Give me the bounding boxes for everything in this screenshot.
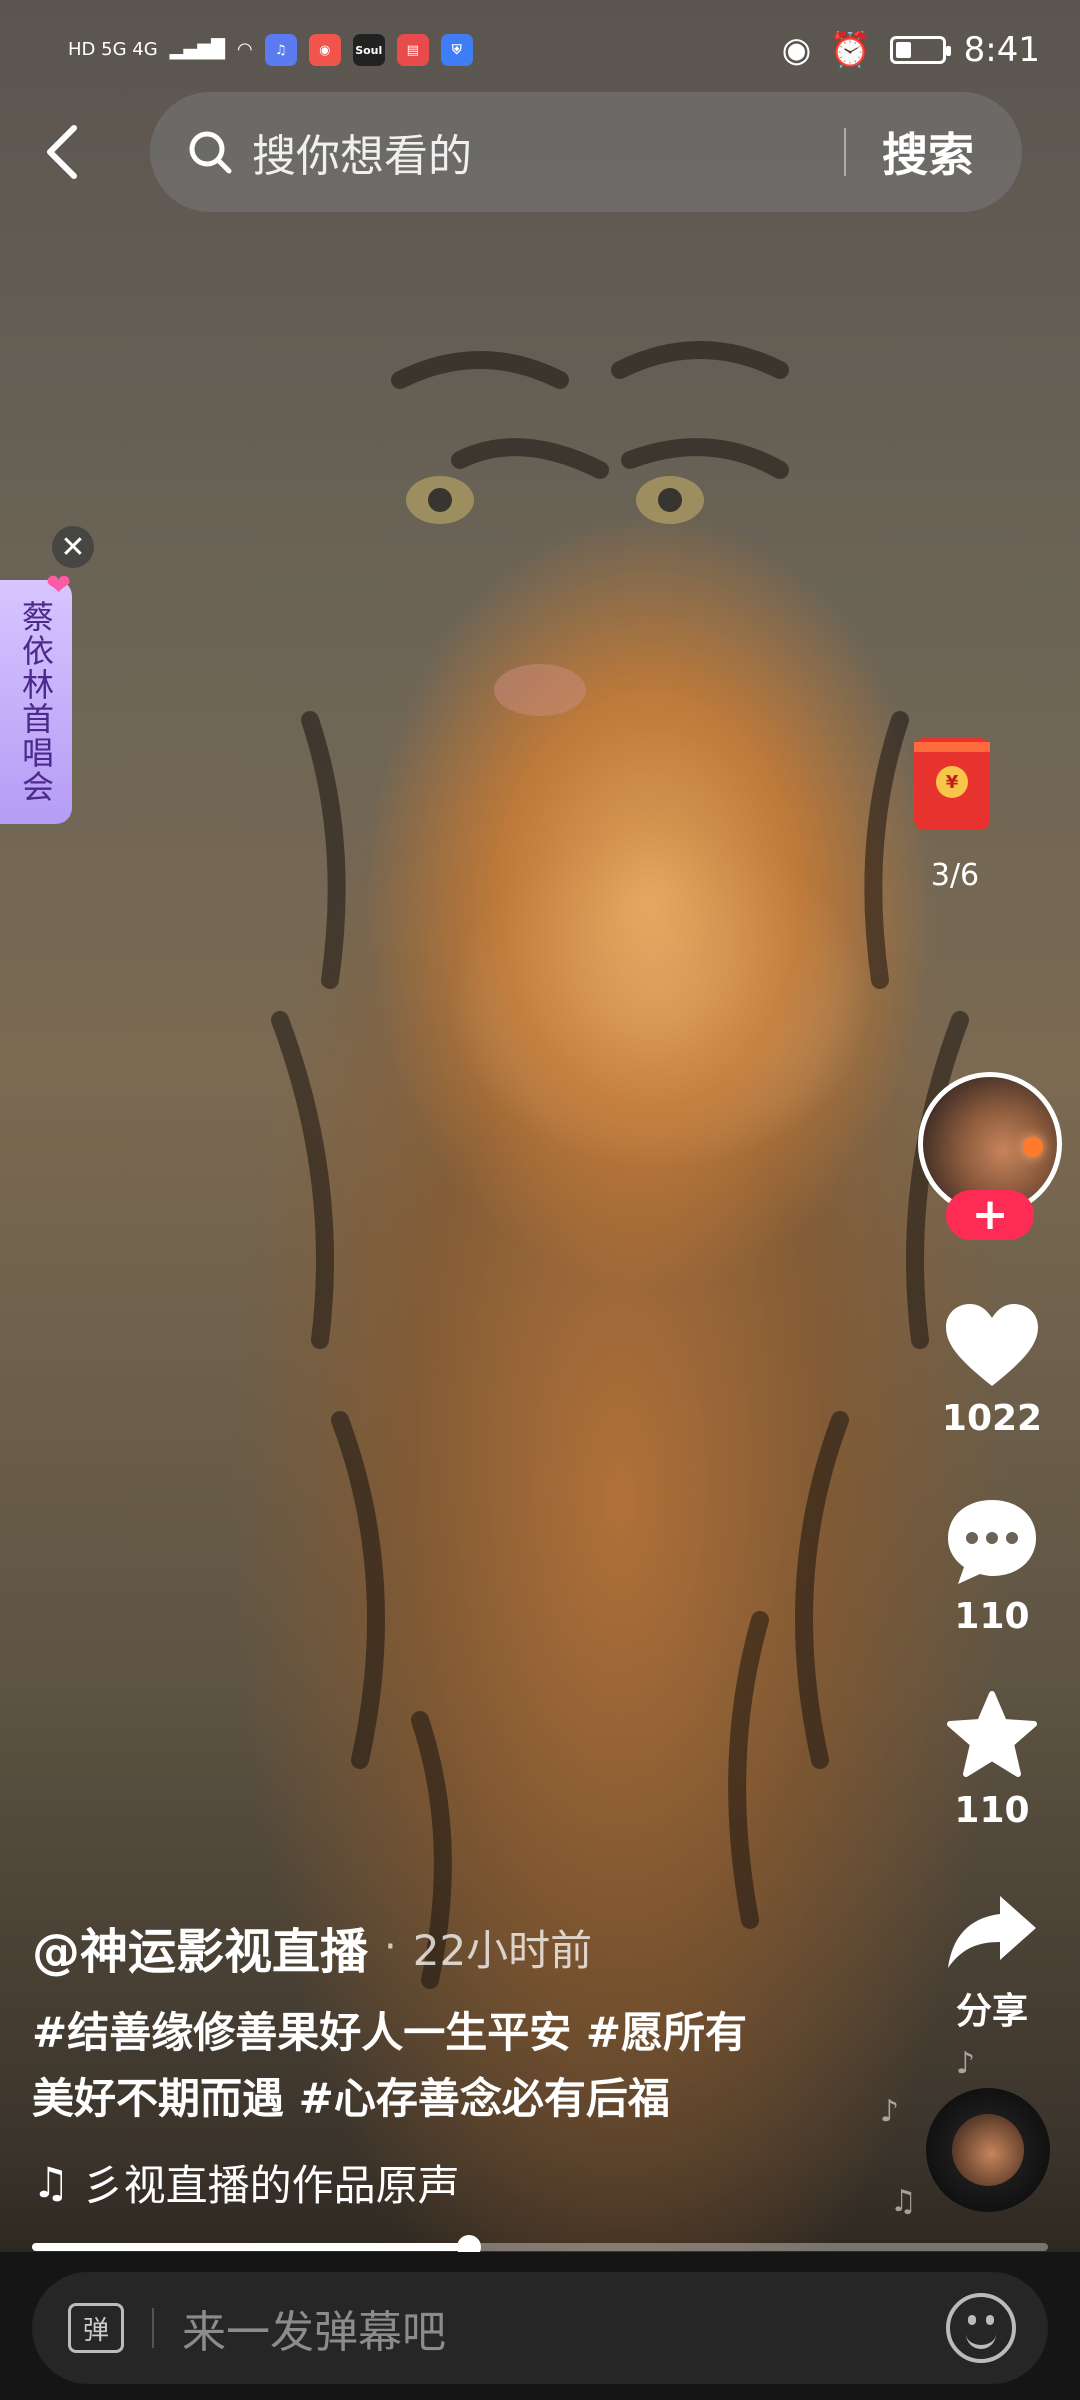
danmu-divider: [152, 2308, 154, 2348]
tag-close-button[interactable]: ✕: [52, 526, 94, 568]
music-row[interactable]: ♫ 彡视直播的作品原声: [32, 2152, 460, 2213]
red-packet-ribbon: [914, 742, 990, 752]
music-note-icon: ♫: [890, 2184, 917, 2219]
back-button[interactable]: [30, 112, 94, 192]
author-row: @神运影视直播 · 22小时前: [32, 1912, 592, 1982]
video-progress-bar[interactable]: [32, 2235, 1048, 2259]
top-bar: 搜你想看的 搜索: [0, 92, 1080, 212]
eye-icon: ◉: [781, 30, 812, 70]
video-screen[interactable]: HD 5G 4G ▂▄▆█ ◠ ♫ ◉ Soul ▤ ⛨ ◉ ⏰ 8:41 搜你…: [0, 0, 1080, 2400]
signal-icon: ▂▄▆█: [169, 39, 226, 60]
book-app-icon: ▤: [396, 34, 429, 66]
group-app-icon: ◉: [308, 34, 341, 66]
status-left: HD 5G 4G ▂▄▆█ ◠ ♫ ◉ Soul ▤ ⛨: [68, 34, 473, 66]
network-indicator: HD 5G 4G: [68, 39, 158, 60]
favorite-count: 110: [954, 1790, 1030, 1831]
tiger-image: [271, 341, 969, 1989]
share-icon: [948, 1896, 1036, 1968]
share-label: 分享: [955, 1991, 1028, 2032]
battery-icon: [889, 36, 951, 64]
chevron-left-icon: [47, 125, 77, 179]
search-button[interactable]: 搜索: [882, 119, 974, 185]
music-cover: [952, 2114, 1024, 2186]
wifi-icon: ◠: [237, 39, 253, 60]
music-disc-button[interactable]: [926, 2088, 1050, 2212]
like-button[interactable]: 1022: [930, 1300, 1054, 1439]
music-note-icon: ♫: [32, 2158, 70, 2207]
search-bar[interactable]: 搜你想看的 搜索: [150, 92, 1022, 212]
danmu-input[interactable]: 来一发弹幕吧: [182, 2296, 946, 2360]
danmu-toggle-icon[interactable]: 弹: [68, 2303, 124, 2353]
video-caption[interactable]: #结善缘修善果好人一生平安 #愿所有美好不期而遇 #心存善念必有后福: [32, 2000, 772, 2132]
author-name[interactable]: @神运影视直播: [32, 1912, 368, 1982]
comment-count: 110: [954, 1596, 1030, 1637]
red-packet-icon: ¥: [914, 738, 990, 830]
comment-icon: [948, 1500, 1036, 1584]
music-title: 彡视直播的作品原声: [81, 2161, 460, 2210]
share-button[interactable]: 分享: [930, 1890, 1054, 2034]
concert-tag[interactable]: 蔡依林首唱会: [0, 580, 72, 824]
post-time: 22小时前: [412, 1925, 593, 1975]
danmu-input-bar[interactable]: 弹 来一发弹幕吧: [32, 2272, 1048, 2384]
emoji-icon[interactable]: [946, 2293, 1016, 2363]
heart-icon: ❤: [46, 568, 72, 603]
red-packet-button[interactable]: ¥: [910, 728, 994, 838]
search-input[interactable]: 搜你想看的: [252, 120, 844, 184]
favorite-button[interactable]: 110: [930, 1690, 1054, 1831]
search-divider: [844, 128, 846, 176]
status-bar: HD 5G 4G ▂▄▆█ ◠ ♫ ◉ Soul ▤ ⛨ ◉ ⏰ 8:41: [0, 0, 1080, 100]
star-icon: [947, 1691, 1037, 1777]
red-packet-count: 3/6: [930, 858, 980, 893]
search-icon: [189, 131, 232, 174]
music-note-icon: ♪: [880, 2094, 900, 2129]
concert-tag-label: 蔡依林首唱会: [17, 600, 55, 804]
clock: 8:41: [963, 30, 1040, 70]
red-packet-coin: ¥: [936, 766, 968, 798]
alarm-icon: ⏰: [829, 30, 872, 70]
soul-app-icon: Soul: [352, 34, 385, 66]
comment-button[interactable]: 110: [930, 1496, 1054, 1637]
like-count: 1022: [941, 1398, 1043, 1439]
progress-fill: [32, 2243, 469, 2251]
separator-dot: ·: [384, 1924, 397, 1970]
music-app-icon: ♫: [264, 34, 297, 66]
bottom-bar: 弹 来一发弹幕吧: [0, 2252, 1080, 2400]
music-note-icon: ♪: [956, 2046, 976, 2081]
shield-app-icon: ⛨: [440, 34, 473, 66]
status-right: ◉ ⏰ 8:41: [782, 30, 1040, 70]
heart-icon: [946, 1304, 1038, 1386]
follow-button[interactable]: +: [946, 1190, 1034, 1240]
